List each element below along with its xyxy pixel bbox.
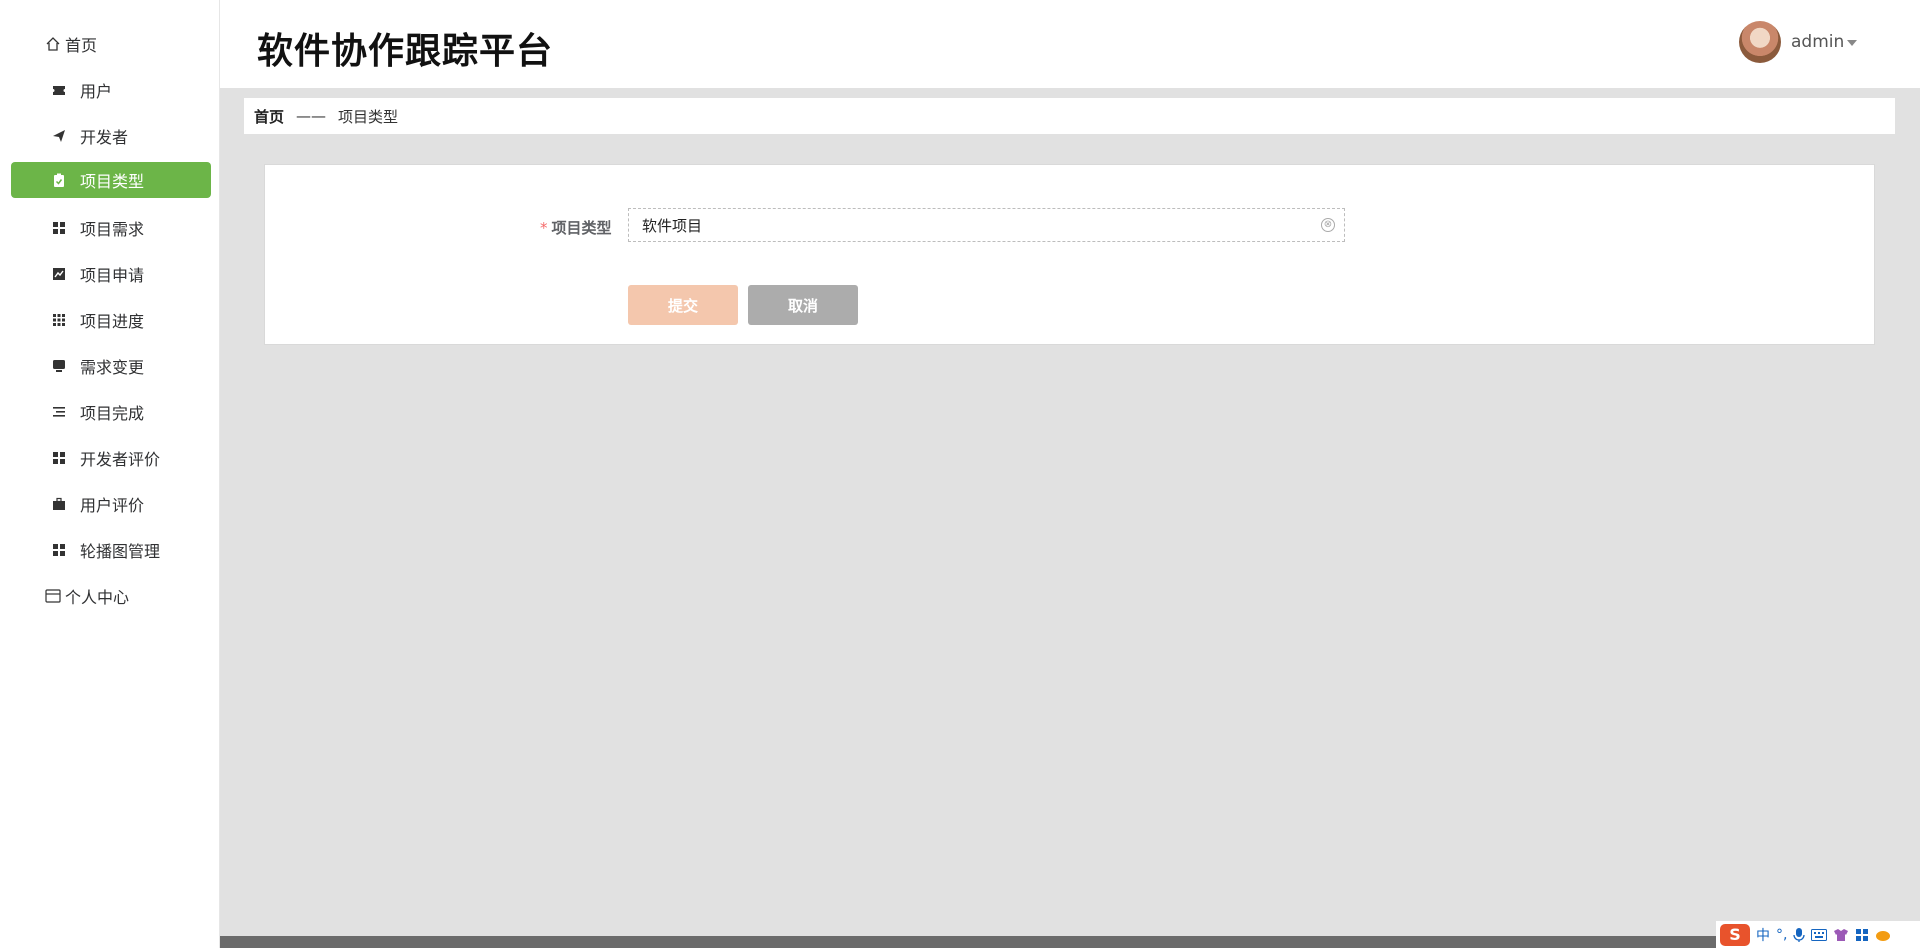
skin-icon[interactable] (1833, 928, 1849, 942)
project-type-input[interactable] (628, 208, 1345, 242)
ime-logo[interactable]: S (1720, 923, 1750, 946)
list-icon (52, 405, 66, 419)
bottom-scrollbar[interactable] (220, 936, 1920, 948)
apps-icon (52, 313, 66, 327)
sidebar-item-label: 用户评价 (80, 496, 145, 515)
user-name[interactable]: admin (1791, 32, 1844, 52)
main-content: 首页 —— 项目类型 *项目类型 ⊗ 提交 取消 (220, 88, 1920, 936)
header: 软件协作跟踪平台 admin (220, 0, 1920, 88)
ime-toolbar: S 中 °, (1716, 921, 1920, 948)
monitor-icon (52, 359, 66, 373)
sidebar-item-carousel[interactable]: 轮播图管理 (11, 532, 211, 568)
submit-button[interactable]: 提交 (628, 285, 738, 325)
chart-icon (52, 267, 66, 281)
sidebar-item-home[interactable]: 首页 (11, 26, 211, 62)
sidebar-item-label: 项目申请 (80, 266, 145, 285)
sidebar-item-label: 首页 (65, 36, 98, 55)
sidebar-item-label: 个人中心 (65, 588, 130, 607)
sidebar-item-demand-change[interactable]: 需求变更 (11, 348, 211, 384)
sidebar-item-label: 项目完成 (80, 404, 145, 423)
avatar[interactable] (1739, 21, 1781, 63)
sidebar-item-project-type[interactable]: 项目类型 (11, 162, 211, 198)
ime-punct[interactable]: °, (1776, 927, 1787, 943)
microphone-icon[interactable] (1793, 927, 1806, 943)
sidebar-item-personal-center[interactable]: 个人中心 (11, 578, 211, 614)
sidebar-item-label: 用户 (80, 82, 113, 101)
sidebar-item-label: 项目类型 (80, 172, 145, 191)
breadcrumb: 首页 —— 项目类型 (244, 98, 1895, 134)
send-icon (52, 129, 66, 143)
grid-icon (52, 221, 66, 235)
sidebar-item-label: 开发者 (80, 128, 129, 147)
ime-mode[interactable]: 中 (1756, 925, 1770, 945)
apps-icon[interactable] (1855, 928, 1869, 942)
sidebar-item-label: 项目进度 (80, 312, 145, 331)
ticket-icon (52, 83, 66, 97)
sidebar-item-project-progress[interactable]: 项目进度 (11, 302, 211, 338)
project-type-label: * 项目类型 (540, 217, 612, 238)
app-title: 软件协作跟踪平台 (257, 31, 554, 72)
project-type-label-text: 项目类型 (551, 219, 612, 237)
cancel-button[interactable]: 取消 (748, 285, 858, 325)
grid-icon (52, 451, 66, 465)
sidebar-item-label: 开发者评价 (80, 450, 161, 469)
mascot-icon[interactable] (1875, 928, 1891, 942)
sidebar-item-project-application[interactable]: 项目申请 (11, 256, 211, 292)
briefcase-icon (52, 497, 66, 511)
grid-icon (52, 543, 66, 557)
required-mark: * (540, 219, 548, 237)
sidebar-item-label: 项目需求 (80, 220, 145, 239)
sidebar-item-label: 需求变更 (80, 358, 145, 377)
sidebar-item-label: 轮播图管理 (80, 542, 161, 561)
clipboard-icon (52, 173, 66, 187)
caret-down-icon[interactable] (1847, 40, 1857, 46)
keyboard-icon[interactable] (1811, 928, 1828, 941)
clear-icon[interactable]: ⊗ (1321, 218, 1335, 232)
sidebar-item-project-complete[interactable]: 项目完成 (11, 394, 211, 430)
card-icon (44, 589, 62, 603)
breadcrumb-home[interactable]: 首页 (254, 106, 284, 127)
home-icon (44, 37, 62, 51)
breadcrumb-current: 项目类型 (338, 107, 399, 126)
sidebar-item-project-demand[interactable]: 项目需求 (11, 210, 211, 246)
sidebar-item-developer-review[interactable]: 开发者评价 (11, 440, 211, 476)
sidebar-item-users[interactable]: 用户 (11, 72, 211, 108)
form-card: *项目类型 ⊗ 提交 取消 (264, 164, 1875, 345)
sidebar: 首页 用户 开发者 项目类型 项目需求 项目申请 项目进度 需求变更 项目完成 … (0, 0, 220, 948)
sidebar-item-user-review[interactable]: 用户评价 (11, 486, 211, 522)
sidebar-item-developers[interactable]: 开发者 (11, 118, 211, 154)
breadcrumb-separator: —— (296, 107, 327, 125)
